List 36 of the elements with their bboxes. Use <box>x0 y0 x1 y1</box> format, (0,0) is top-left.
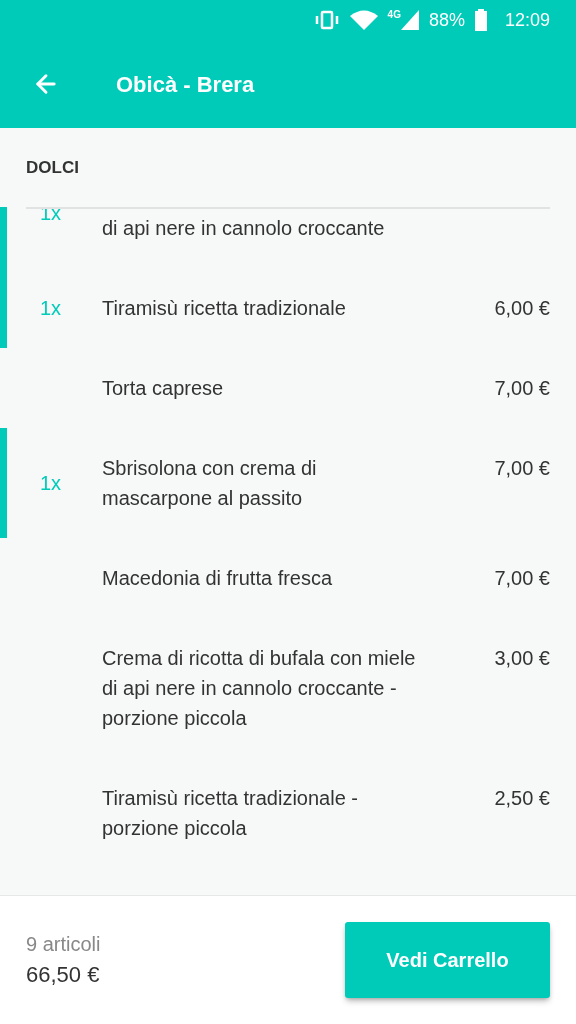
item-name: Tiramisù ricetta tradizionale - <box>102 786 359 811</box>
item-name: Crema di ricotta di bufala con miele <box>102 646 417 671</box>
item-name: di api nere in cannolo croccante <box>102 216 386 241</box>
cart-total: 66,50 € <box>26 961 101 989</box>
menu-item-row[interactable]: 1x Sbrisolona con crema di mascarpone al passito 7,00 € <box>0 428 576 538</box>
item-count: 9 articoli <box>26 932 101 957</box>
battery-icon <box>474 9 487 31</box>
item-price: 7,00 € <box>494 457 550 479</box>
clock: 12:09 <box>504 8 550 32</box>
section-title: DOLCI <box>26 156 79 179</box>
signal-icon <box>400 10 419 30</box>
item-price: 6,00 € <box>494 297 550 319</box>
item-name: porzione piccola <box>102 706 248 731</box>
network-label: 4G <box>387 10 401 20</box>
quantity-label: 1x <box>40 297 62 319</box>
item-name: mascarpone al passito <box>102 486 304 511</box>
item-name: Tiramisù ricetta tradizionale <box>102 296 347 321</box>
vibrate-icon <box>313 10 340 30</box>
item-price: 7,00 € <box>494 567 550 589</box>
menu-item-row[interactable]: Torta caprese 7,00 € <box>0 348 576 428</box>
quantity-label: 1x <box>40 472 62 494</box>
menu-item-row[interactable]: Macedonia di frutta fresca 7,00 € <box>0 538 576 618</box>
restaurant-title: Obicà - Brera <box>116 70 255 99</box>
item-price: 3,00 € <box>494 647 550 669</box>
wifi-icon <box>349 10 378 30</box>
item-name: porzione piccola <box>102 816 248 841</box>
item-name: Macedonia di frutta fresca <box>102 566 334 591</box>
item-price: 2,50 € <box>494 787 550 809</box>
menu-item-row[interactable]: 1x Tiramisù ricetta tradizionale 6,00 € <box>0 268 576 348</box>
item-name: di api nere in cannolo croccante - <box>102 676 398 701</box>
battery-percent: 88% <box>428 8 465 32</box>
menu-item-row[interactable]: Crema di ricotta di bufala con miele di api nere in cannolo croccante - porzione piccola 3,00 € <box>0 618 576 758</box>
item-name: Torta caprese <box>102 376 225 401</box>
item-price: 7,00 € <box>494 377 550 399</box>
item-name: Sbrisolona con crema di <box>102 456 318 481</box>
menu-item-row[interactable]: Tiramisù ricetta tradizionale - porzione piccola 2,50 € <box>0 758 576 868</box>
